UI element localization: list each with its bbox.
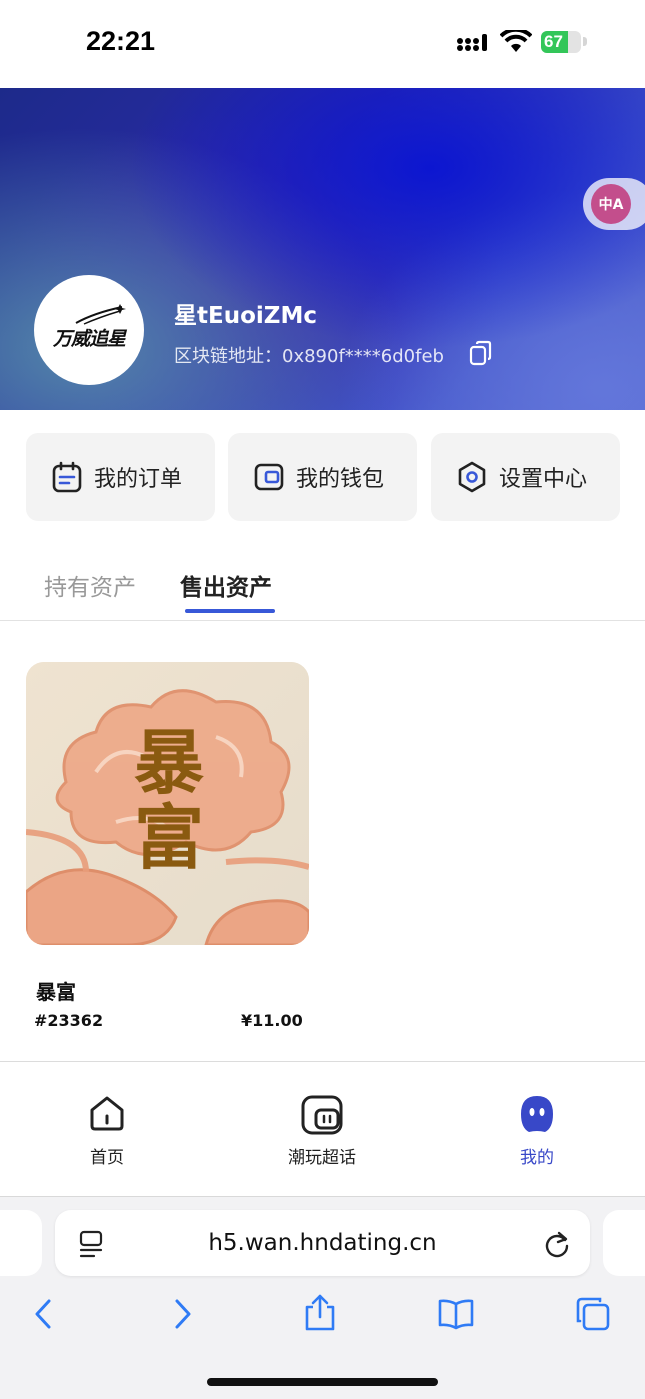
- asset-price: ¥11.00: [241, 1011, 303, 1030]
- my-orders-label: 我的订单: [94, 467, 183, 492]
- settings-center-label: 设置中心: [499, 467, 588, 492]
- wallet-icon: [254, 463, 284, 491]
- shooting-star-icon: [75, 304, 126, 325]
- avatar-logo-text: 万威追星: [52, 327, 126, 350]
- home-indicator: [207, 1378, 438, 1386]
- translate-button[interactable]: 中A: [583, 178, 645, 230]
- copy-icon[interactable]: [469, 340, 493, 366]
- cloud-artwork: 暴 富: [26, 662, 309, 945]
- forward-icon[interactable]: [172, 1298, 194, 1330]
- status-bar: 22:21 67: [0, 0, 645, 88]
- browser-toolbar: h5.wan.hndating.cn: [0, 1196, 645, 1399]
- wifi-icon: [500, 30, 532, 52]
- address-value: 0x890f****6d0feb: [282, 346, 444, 367]
- settings-center-button[interactable]: 设置中心: [431, 433, 620, 521]
- nav-mine[interactable]: 我的: [457, 1062, 617, 1172]
- profile-ghost-icon: [521, 1096, 553, 1132]
- nav-mine-label: 我的: [520, 1148, 554, 1168]
- battery-level: 67: [544, 32, 563, 51]
- tab-sold-assets[interactable]: 售出资产: [180, 568, 272, 602]
- battery-tip: [583, 37, 587, 46]
- avatar[interactable]: 万威追星: [34, 275, 144, 385]
- address-bar[interactable]: h5.wan.hndating.cn: [55, 1210, 590, 1276]
- home-icon: [90, 1096, 124, 1131]
- signal-icon: [457, 34, 487, 51]
- asset-image[interactable]: 暴 富: [26, 662, 309, 945]
- active-tab-indicator: [185, 609, 275, 613]
- nav-trend-topics[interactable]: 潮玩超话: [242, 1062, 402, 1172]
- nav-trend-topics-label: 潮玩超话: [288, 1148, 356, 1168]
- nav-home[interactable]: 首页: [27, 1062, 187, 1172]
- back-icon[interactable]: [32, 1298, 54, 1330]
- url-text: h5.wan.hndating.cn: [208, 1230, 437, 1256]
- nav-home-label: 首页: [90, 1148, 124, 1168]
- share-icon[interactable]: [303, 1293, 337, 1333]
- tabs-icon[interactable]: [575, 1296, 611, 1332]
- calendar-icon: [52, 461, 82, 493]
- status-time: 22:21: [86, 26, 156, 56]
- bottom-nav: 首页 潮玩超话 我的: [0, 1061, 645, 1197]
- blockchain-address: 区块链地址：0x890f****6d0feb: [174, 342, 444, 368]
- username: 星tEuoiZMc: [174, 303, 317, 329]
- previous-tab-preview[interactable]: [0, 1210, 42, 1276]
- battery-icon: 67: [541, 31, 581, 53]
- chat-bubble-icon: [301, 1095, 343, 1135]
- my-wallet-button[interactable]: 我的钱包: [228, 433, 417, 521]
- bookmarks-icon[interactable]: [437, 1298, 475, 1330]
- tab-held-assets[interactable]: 持有资产: [44, 568, 136, 602]
- asset-title: 暴富: [36, 980, 76, 1004]
- artwork-title-bottom: 富: [134, 796, 204, 879]
- reload-icon[interactable]: [544, 1230, 570, 1258]
- next-tab-preview[interactable]: [603, 1210, 645, 1276]
- artwork-title-top: 暴: [134, 721, 204, 804]
- translate-icon: 中A: [591, 184, 631, 224]
- address-label: 区块链地址：: [174, 346, 282, 367]
- asset-tabs: 持有资产 售出资产: [0, 560, 645, 621]
- asset-number: #23362: [34, 1011, 104, 1030]
- my-wallet-label: 我的钱包: [296, 467, 385, 492]
- my-orders-button[interactable]: 我的订单: [26, 433, 215, 521]
- settings-hex-icon: [458, 461, 486, 493]
